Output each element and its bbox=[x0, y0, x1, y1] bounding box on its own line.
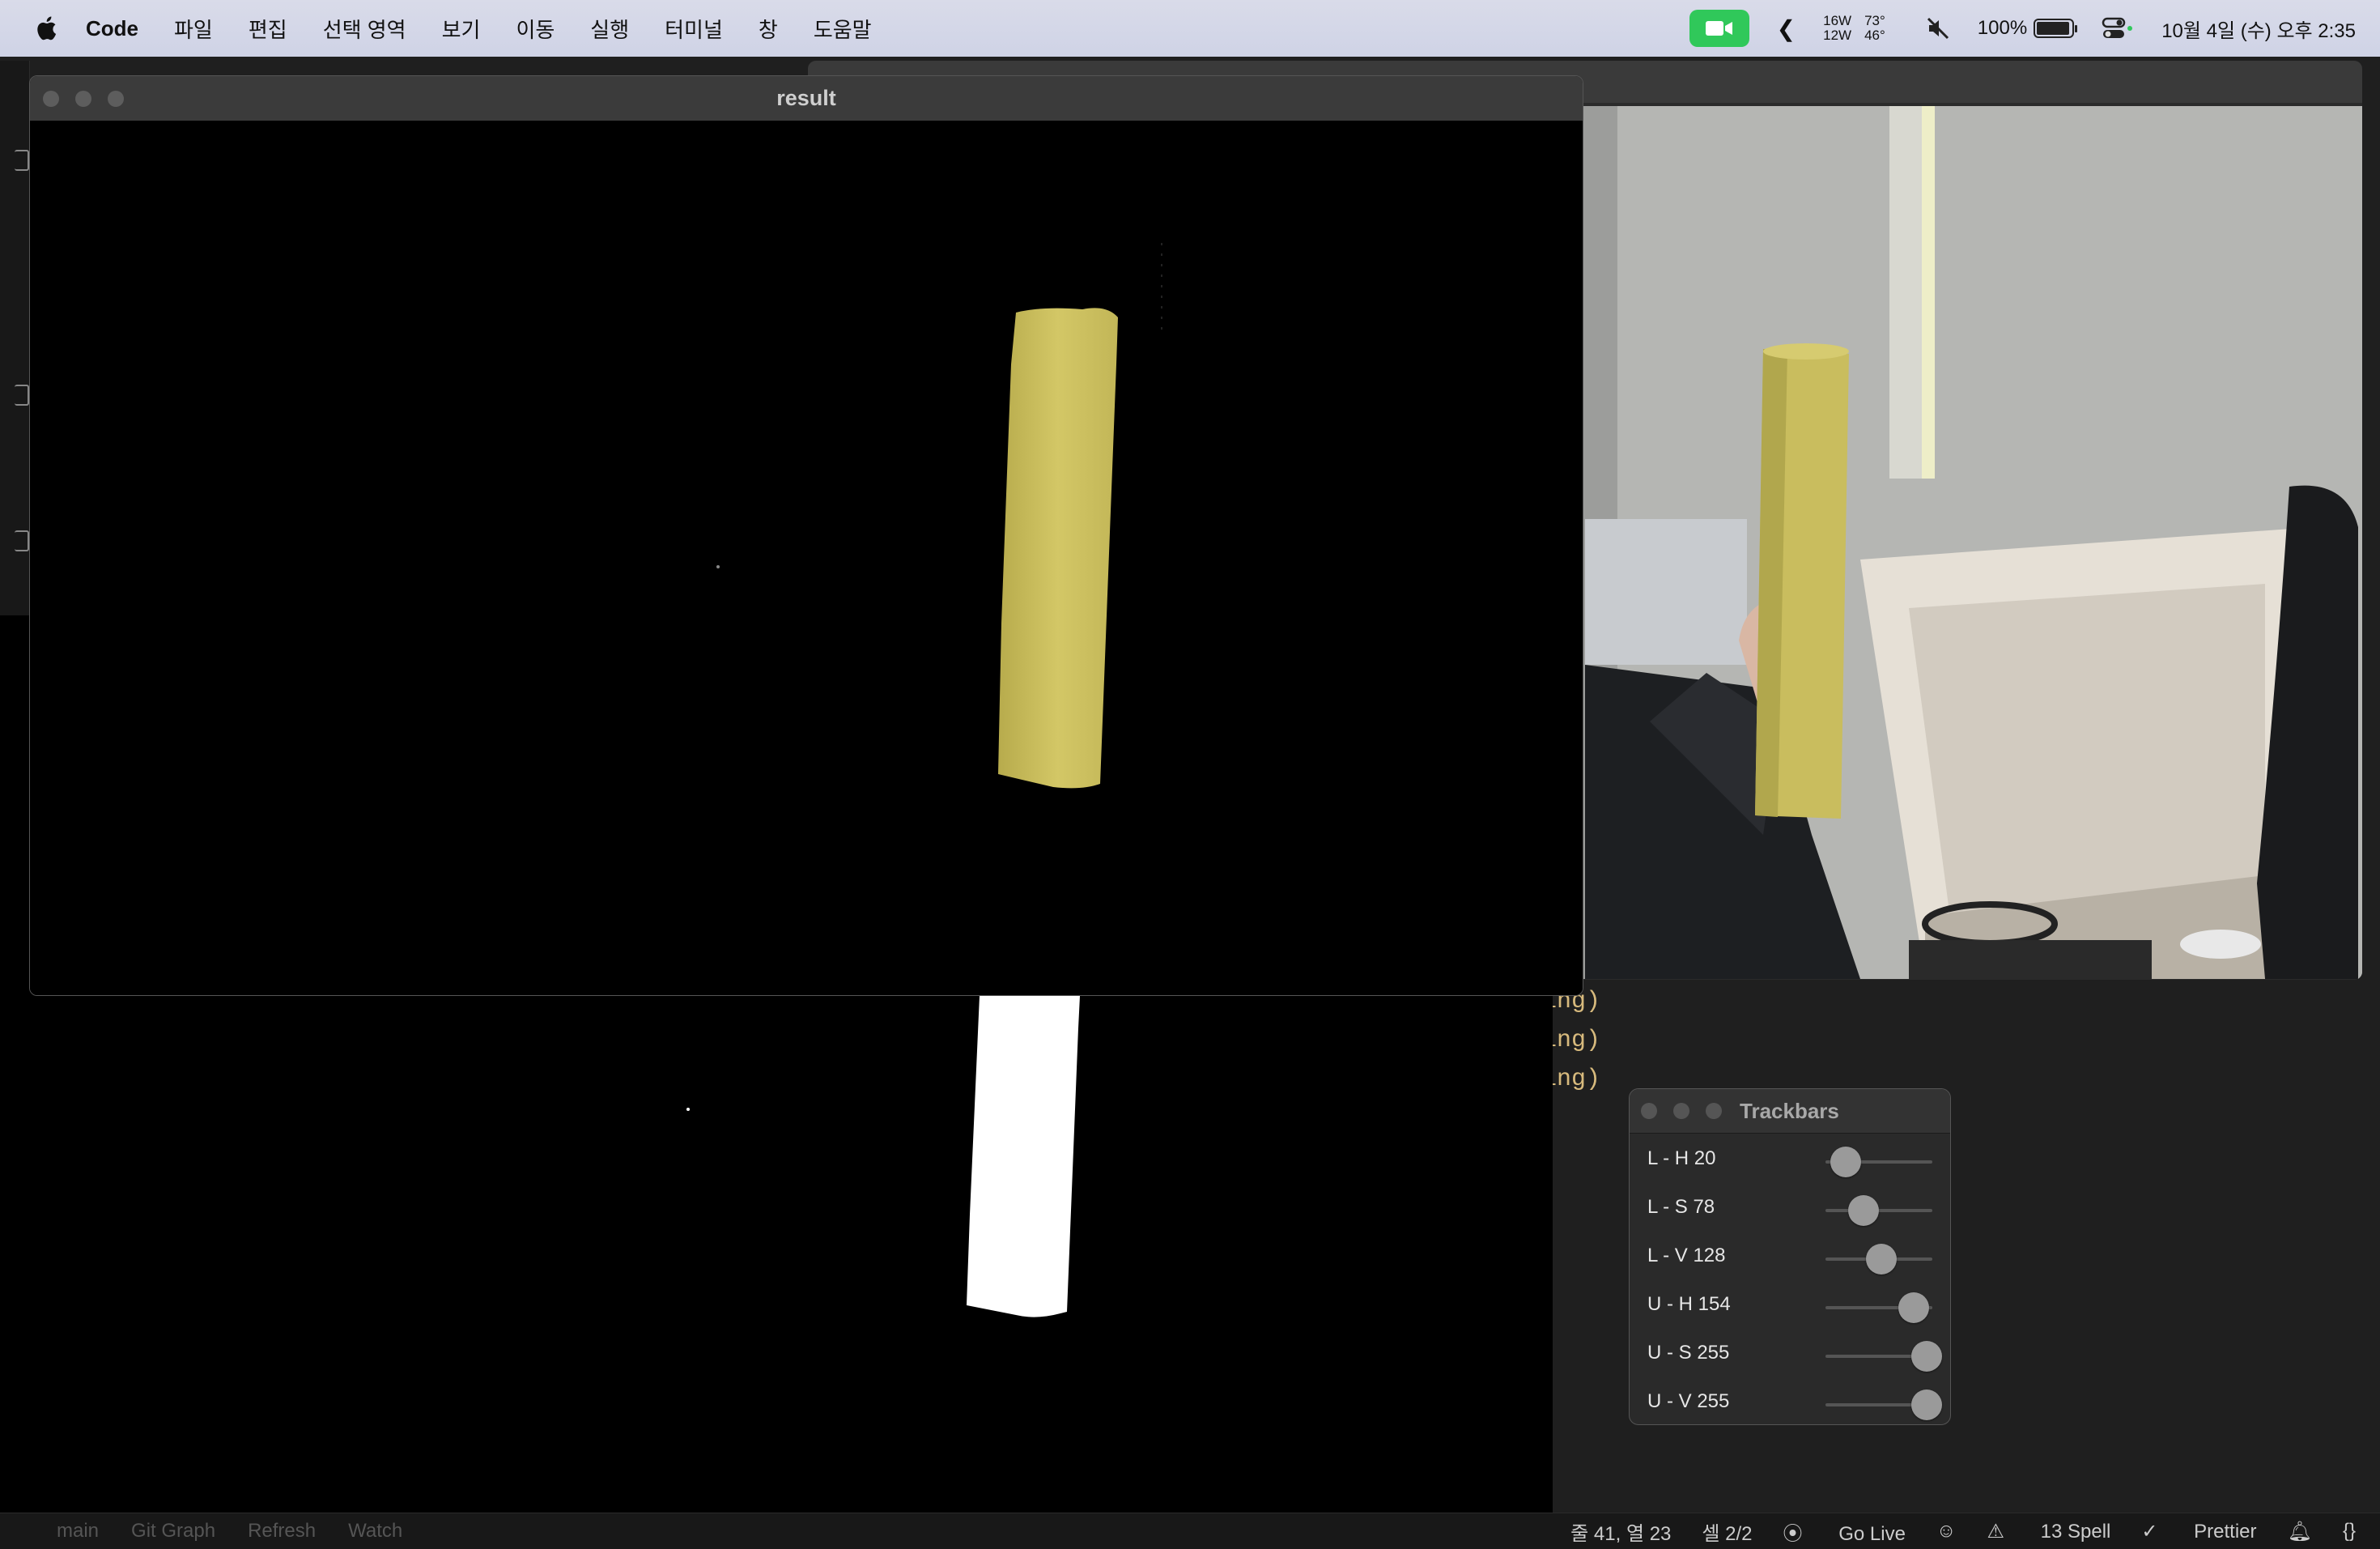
spell-check-status[interactable]: ⚠ 13 Spell bbox=[1987, 1520, 2110, 1543]
trackbar-slider[interactable] bbox=[1825, 1209, 1932, 1212]
menu-edit[interactable]: 편집 bbox=[249, 14, 287, 44]
panel-icon[interactable] bbox=[15, 530, 29, 551]
copilot-icon[interactable]: ☺ bbox=[1936, 1520, 1957, 1543]
control-center-icon[interactable] bbox=[2102, 16, 2134, 40]
chevron-left-icon[interactable]: ❮ bbox=[1777, 15, 1796, 42]
trackbar-label: L - S 78 bbox=[1647, 1196, 1715, 1218]
trackbar-label: L - V 128 bbox=[1647, 1245, 1726, 1266]
notebook-cell-indicator[interactable]: 셀 2/2 bbox=[1702, 1517, 1752, 1546]
weather-wind-1: 16W bbox=[1823, 13, 1852, 28]
menu-file[interactable]: 파일 bbox=[174, 14, 213, 44]
result-window[interactable]: result bbox=[29, 75, 1583, 996]
menu-app-name[interactable]: Code bbox=[86, 16, 138, 41]
git-branch[interactable]: main bbox=[57, 1520, 99, 1543]
trackbar-row: L - S 78 bbox=[1630, 1185, 1950, 1233]
trackbar-row: U - V 255 bbox=[1630, 1379, 1950, 1424]
menu-bar: Code 파일 편집 선택 영역 보기 이동 실행 터미널 창 도움말 ❮ 16… bbox=[0, 0, 2380, 57]
explorer-icon[interactable] bbox=[15, 150, 29, 171]
result-window-title: result bbox=[776, 86, 836, 110]
trackbar-label: U - H 154 bbox=[1647, 1293, 1731, 1315]
trackbar-row: L - V 128 bbox=[1630, 1233, 1950, 1282]
minimize-button[interactable] bbox=[75, 91, 91, 107]
menu-view[interactable]: 보기 bbox=[442, 14, 481, 44]
weather-widget[interactable]: 16W 12W 73° 46° bbox=[1823, 14, 1898, 43]
trackbars-titlebar[interactable]: Trackbars bbox=[1630, 1089, 1950, 1134]
bell-icon[interactable]: 🔔︎ bbox=[2288, 1520, 2312, 1543]
status-bar: main Git Graph Refresh Watch 줄 41, 열 23 … bbox=[0, 1513, 2380, 1549]
menu-terminal[interactable]: 터미널 bbox=[665, 14, 723, 44]
watch-button[interactable]: Watch bbox=[348, 1520, 402, 1543]
menu-window[interactable]: 창 bbox=[759, 14, 778, 44]
trackbar-knob[interactable] bbox=[1830, 1147, 1861, 1177]
weather-temp-2: 46° bbox=[1864, 28, 1885, 43]
battery-percent: 100% bbox=[1977, 17, 2028, 39]
battery-icon bbox=[2034, 19, 2078, 38]
trackbar-row: L - H 20 bbox=[1630, 1136, 1950, 1185]
result-image bbox=[30, 121, 1583, 995]
go-live-button[interactable]: ⦿ Go Live bbox=[1783, 1517, 1906, 1546]
trackbar-label: U - S 255 bbox=[1647, 1342, 1730, 1364]
extensions-icon[interactable] bbox=[15, 385, 29, 406]
minimize-button[interactable] bbox=[1673, 1103, 1689, 1119]
trackbars-title: Trackbars bbox=[1740, 1099, 1839, 1123]
trackbar-label: L - H 20 bbox=[1647, 1147, 1716, 1169]
trackbar-knob[interactable] bbox=[1847, 1195, 1879, 1226]
refresh-button[interactable]: Refresh bbox=[248, 1520, 316, 1543]
menu-go[interactable]: 이동 bbox=[516, 14, 555, 44]
trackbar-knob[interactable] bbox=[1911, 1389, 1942, 1420]
facetime-camera-icon[interactable] bbox=[1689, 10, 1749, 47]
trackbar-row: U - S 255 bbox=[1630, 1330, 1950, 1379]
menu-run[interactable]: 실행 bbox=[590, 14, 629, 44]
clock-datetime[interactable]: 10월 4일 (수) 오후 2:35 bbox=[2161, 15, 2356, 43]
mute-icon[interactable] bbox=[1926, 16, 1950, 40]
trackbar-label: U - V 255 bbox=[1647, 1390, 1730, 1412]
apple-icon[interactable] bbox=[32, 15, 58, 42]
result-window-titlebar[interactable]: result bbox=[30, 76, 1583, 121]
git-graph-button[interactable]: Git Graph bbox=[131, 1520, 215, 1543]
trackbar-knob[interactable] bbox=[1865, 1244, 1897, 1275]
cursor-position[interactable]: 줄 41, 열 23 bbox=[1570, 1517, 1671, 1546]
menu-help[interactable]: 도움말 bbox=[814, 14, 872, 44]
close-button[interactable] bbox=[43, 91, 59, 107]
trackbars-window[interactable]: Trackbars L - H 20 L - S 78 L - V 128 U - H… bbox=[1629, 1088, 1951, 1425]
menu-selection[interactable]: 선택 영역 bbox=[323, 14, 406, 44]
zoom-button[interactable] bbox=[1706, 1103, 1722, 1119]
prettier-status[interactable]: ✓ Prettier bbox=[2141, 1520, 2256, 1543]
weather-wind-2: 12W bbox=[1823, 28, 1852, 43]
feedback-icon[interactable]: {} bbox=[2343, 1520, 2356, 1543]
trackbar-knob[interactable] bbox=[1911, 1341, 1942, 1372]
battery-status[interactable]: 100% bbox=[1977, 17, 2078, 40]
window-controls bbox=[43, 91, 140, 107]
close-button[interactable] bbox=[1641, 1103, 1657, 1119]
trackbar-row: U - H 154 bbox=[1630, 1282, 1950, 1330]
zoom-button[interactable] bbox=[108, 91, 124, 107]
trackbar-knob[interactable] bbox=[1898, 1292, 1930, 1323]
weather-temp-1: 73° bbox=[1864, 13, 1885, 28]
window-controls bbox=[1641, 1103, 1738, 1119]
